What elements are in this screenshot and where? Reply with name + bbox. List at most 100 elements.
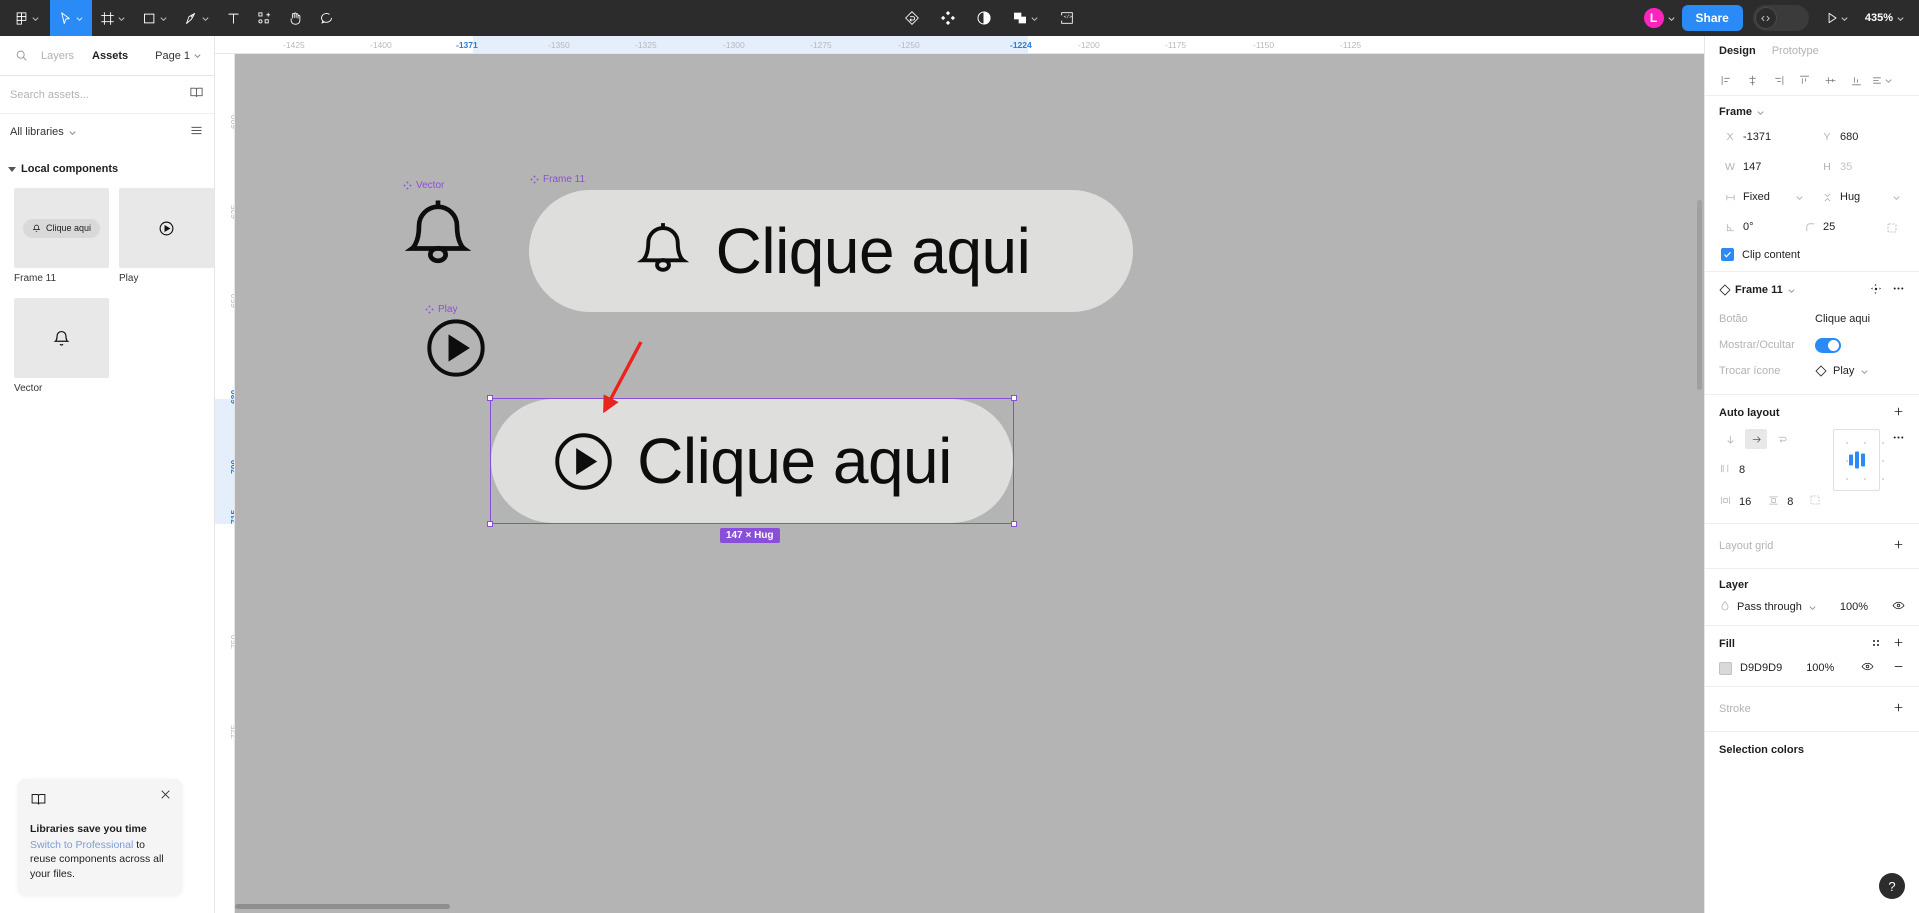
asset-item-play[interactable]: Play — [119, 188, 214, 284]
stroke-add-icon[interactable] — [1892, 701, 1905, 717]
local-components-section-header[interactable]: Local components — [0, 154, 214, 184]
tab-design[interactable]: Design — [1719, 45, 1756, 57]
layer-opacity-value[interactable]: 100% — [1840, 601, 1868, 613]
distribute-more-icon[interactable] — [1869, 69, 1895, 93]
hand-tool-button[interactable] — [280, 0, 311, 36]
rotation-field[interactable]: 0° — [1719, 216, 1791, 238]
chevron-down-icon[interactable] — [1840, 14, 1849, 23]
clip-content-row[interactable]: Clip content — [1719, 248, 1905, 261]
dev-mode-toggle[interactable] — [1752, 5, 1809, 31]
page-selector[interactable]: Page 1 — [155, 50, 210, 62]
component-title-group[interactable]: Frame 11 — [1719, 284, 1796, 296]
vertical-ruler[interactable]: 600 625 650 680 700 715 750 775 — [215, 54, 235, 913]
property-value[interactable]: Play — [1815, 365, 1869, 377]
list-view-icon[interactable] — [189, 123, 204, 141]
align-bottom-icon[interactable] — [1843, 69, 1869, 93]
code-frame-button[interactable]: </> — [1051, 0, 1083, 36]
present-button[interactable] — [1821, 11, 1853, 25]
resize-handle-bottom-right[interactable] — [1011, 521, 1017, 527]
vertical-scrollbar[interactable] — [1697, 200, 1702, 390]
asset-item-frame-11[interactable]: Clique aqui Frame 11 — [14, 188, 109, 284]
tab-layers[interactable]: Layers — [32, 36, 83, 76]
blend-mode-value[interactable]: Pass through — [1737, 601, 1802, 613]
auto-layout-add-icon[interactable] — [1892, 405, 1905, 421]
asset-item-vector[interactable]: Vector — [14, 298, 109, 394]
eye-icon[interactable] — [1861, 660, 1874, 676]
more-dots-icon[interactable] — [1892, 282, 1905, 298]
align-right-icon[interactable] — [1765, 69, 1791, 93]
frame-section-title-group[interactable]: Frame — [1719, 106, 1765, 118]
design-canvas[interactable]: Vector Play Frame 11 Clique aqui Clique … — [235, 54, 1704, 913]
swap-instance-icon[interactable] — [1870, 283, 1882, 298]
resize-handle-bottom-left[interactable] — [487, 521, 493, 527]
arrow-down-icon[interactable] — [1719, 429, 1741, 449]
align-left-icon[interactable] — [1713, 69, 1739, 93]
switch-to-professional-link[interactable]: Switch to Professional — [30, 839, 133, 851]
fill-opacity-value[interactable]: 100% — [1806, 662, 1834, 674]
canvas-play-circle-icon[interactable] — [424, 316, 488, 380]
vertical-resize-field[interactable]: Hug — [1816, 186, 1905, 208]
tab-prototype[interactable]: Prototype — [1772, 45, 1819, 57]
prototype-flow-button[interactable] — [896, 0, 928, 36]
show-hide-toggle[interactable] — [1815, 337, 1841, 353]
layout-grid-add-icon[interactable] — [1892, 538, 1905, 554]
boolean-button[interactable] — [1004, 0, 1047, 36]
move-tool-button[interactable] — [50, 0, 92, 36]
comment-tool-button[interactable] — [311, 0, 342, 36]
share-button[interactable]: Share — [1681, 5, 1743, 31]
align-vertical-center-icon[interactable] — [1817, 69, 1843, 93]
canvas-pill-button-frame-11[interactable]: Clique aqui — [529, 190, 1133, 312]
clip-content-checkbox[interactable] — [1721, 248, 1734, 261]
horizontal-scrollbar[interactable] — [235, 904, 450, 909]
resize-handle-top-left[interactable] — [487, 395, 493, 401]
close-icon[interactable] — [159, 788, 172, 801]
book-library-icon[interactable] — [189, 85, 204, 105]
shape-tool-button[interactable] — [134, 0, 176, 36]
x-field[interactable]: X -1371 — [1719, 126, 1808, 148]
alignment-grid[interactable] — [1833, 429, 1885, 491]
frame-tool-button[interactable] — [92, 0, 134, 36]
plugins-button[interactable] — [932, 0, 964, 36]
contrast-button[interactable] — [968, 0, 1000, 36]
main-menu-button[interactable] — [0, 0, 50, 36]
chevron-down-icon[interactable] — [1667, 14, 1676, 23]
tab-assets[interactable]: Assets — [83, 36, 137, 76]
styles-grid-icon[interactable] — [1870, 637, 1882, 652]
resize-handle-top-right[interactable] — [1011, 395, 1017, 401]
padding-horizontal-field[interactable]: 16 — [1719, 491, 1751, 513]
width-field[interactable]: W 147 — [1719, 156, 1808, 178]
auto-layout-more-icon[interactable] — [1892, 429, 1905, 449]
align-horizontal-center-icon[interactable] — [1739, 69, 1765, 93]
align-top-icon[interactable] — [1791, 69, 1817, 93]
pen-tool-button[interactable] — [176, 0, 218, 36]
y-field[interactable]: Y 680 — [1816, 126, 1905, 148]
help-button[interactable]: ? — [1879, 873, 1905, 899]
object-label-play[interactable]: Play — [425, 304, 457, 315]
eye-icon[interactable] — [1892, 599, 1905, 615]
user-avatar-group[interactable]: L — [1638, 6, 1680, 30]
height-field[interactable]: H 35 — [1816, 156, 1905, 178]
fill-color-swatch[interactable] — [1719, 661, 1732, 675]
horizontal-ruler[interactable]: -1425 -1400 -1371 -1350 -1325 -1300 -127… — [215, 36, 1704, 54]
fill-hex-value[interactable]: D9D9D9 — [1740, 662, 1782, 674]
horizontal-resize-field[interactable]: Fixed — [1719, 186, 1808, 208]
library-selector[interactable]: All libraries — [10, 126, 77, 138]
canvas-bell-icon[interactable] — [398, 194, 478, 279]
search-assets-input[interactable] — [10, 88, 189, 101]
corner-radius-field[interactable]: 25 — [1799, 216, 1871, 238]
independent-corners-icon[interactable] — [1879, 216, 1905, 240]
object-label-frame-11[interactable]: Frame 11 — [530, 174, 585, 185]
padding-vertical-field[interactable]: 8 — [1767, 491, 1793, 513]
advanced-layout-icon[interactable] — [1809, 493, 1821, 511]
object-label-vector[interactable]: Vector — [403, 180, 444, 191]
actions-tool-button[interactable] — [249, 0, 280, 36]
zoom-control[interactable]: 435% — [1865, 12, 1905, 24]
wrap-icon[interactable] — [1771, 429, 1793, 449]
fill-add-icon[interactable] — [1892, 636, 1905, 652]
property-value[interactable]: Clique aqui — [1815, 313, 1870, 325]
arrow-right-icon[interactable] — [1745, 429, 1767, 449]
text-tool-button[interactable] — [218, 0, 249, 36]
gap-field[interactable]: 8 — [1719, 459, 1821, 481]
search-icon[interactable] — [10, 49, 32, 62]
minus-icon[interactable] — [1892, 660, 1905, 676]
